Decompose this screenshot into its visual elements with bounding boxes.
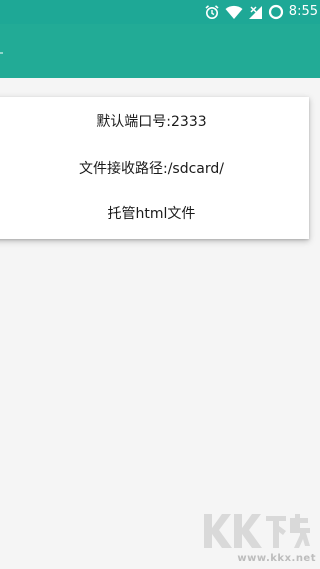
watermark: www.kkx.net	[200, 510, 316, 566]
server-info-card: 默认端口号:2333 文件接收路径:/sdcard/ 托管html文件	[0, 97, 309, 239]
host-html-button[interactable]: 托管html文件	[0, 205, 309, 223]
default-port-text: 默认端口号:2333	[96, 114, 207, 130]
alarm-icon	[205, 5, 219, 19]
battery-icon	[268, 4, 283, 20]
status-bar: 8:55	[0, 0, 320, 24]
nav-edge-mark	[0, 52, 3, 54]
app-bar	[0, 24, 320, 78]
screen: 8:55 默认端口号:2333 文件接收路径:/sdcard/ 托管html文件…	[0, 0, 320, 569]
receive-path-text: 文件接收路径:/sdcard/	[78, 161, 224, 177]
status-icons: 8:55	[204, 3, 318, 21]
kk-download-logo	[204, 514, 310, 548]
status-time: 8:55	[288, 4, 318, 19]
wifi-icon	[225, 5, 243, 19]
signal-icon	[248, 5, 262, 19]
watermark-url: www.kkx.net	[237, 553, 316, 564]
